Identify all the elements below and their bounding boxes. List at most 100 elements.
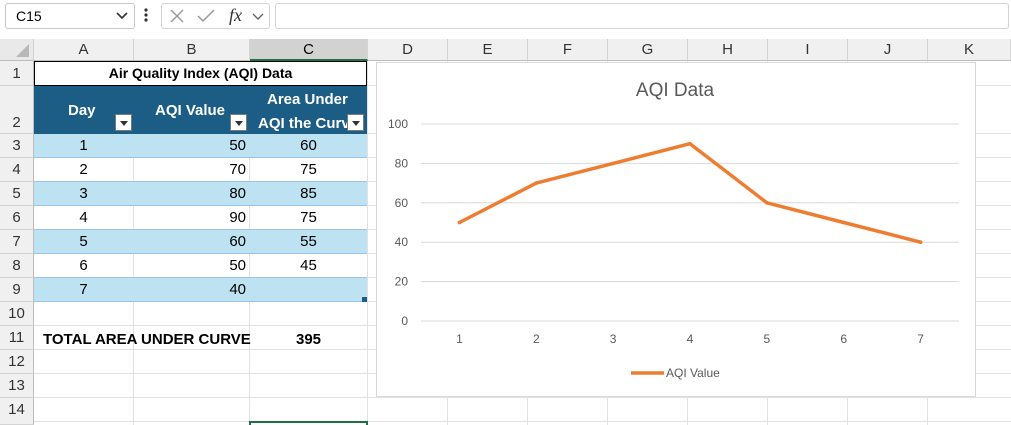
table-row: 4 90 75: [34, 206, 367, 230]
enter-icon[interactable]: [196, 7, 216, 25]
column-header-c[interactable]: C: [250, 39, 368, 61]
data-point: [765, 201, 769, 205]
column-header-g[interactable]: G: [608, 39, 688, 61]
row-header-9[interactable]: 9: [0, 278, 34, 302]
chevron-down-icon[interactable]: [114, 6, 130, 24]
row-header-1[interactable]: 1: [0, 61, 34, 86]
y-tick-label: 60: [395, 196, 409, 210]
row-header-14[interactable]: 14: [0, 398, 34, 425]
column-header-f[interactable]: F: [528, 39, 608, 61]
x-tick-label: 3: [610, 332, 617, 346]
filter-dropdown-icon[interactable]: [115, 114, 132, 131]
name-box[interactable]: C15: [5, 3, 135, 29]
x-tick-label: 4: [687, 332, 694, 346]
data-point: [457, 220, 462, 225]
x-tick-label: 2: [533, 332, 540, 346]
chevron-down-icon[interactable]: [251, 9, 265, 23]
cell-aqi[interactable]: 70: [134, 161, 246, 178]
header-aqi[interactable]: AQI Value: [134, 86, 250, 134]
table-row: 2 70 75: [34, 158, 367, 182]
cell-day[interactable]: 4: [34, 209, 133, 226]
row-header-2[interactable]: 2: [0, 86, 34, 134]
data-point: [611, 161, 615, 166]
total-value[interactable]: 395: [250, 331, 367, 348]
row-header-4[interactable]: 4: [0, 158, 34, 182]
row-header-10[interactable]: 10: [0, 302, 34, 326]
row-header-5[interactable]: 5: [0, 182, 34, 206]
chart-canvas: AQI Data 0 20 40 60 80 100 1 2 3 4 5 6 7 AQI Value: [388, 80, 959, 380]
y-tick-label: 100: [388, 117, 408, 131]
cell-aqi[interactable]: 50: [134, 257, 246, 274]
y-tick-label: 80: [395, 156, 409, 170]
cancel-icon[interactable]: [168, 7, 186, 25]
row-header-3[interactable]: 3: [0, 134, 34, 158]
row-header-7[interactable]: 7: [0, 230, 34, 254]
cell-area[interactable]: 45: [250, 257, 367, 274]
cell-area[interactable]: 55: [250, 233, 367, 250]
cell-aqi[interactable]: 40: [134, 281, 246, 298]
data-point: [918, 240, 923, 244]
column-header-j[interactable]: J: [848, 39, 928, 61]
cell-aqi[interactable]: 90: [134, 209, 246, 226]
select-all-corner[interactable]: [0, 39, 34, 61]
cell-aqi[interactable]: 80: [134, 185, 246, 202]
line-chart[interactable]: AQI Data 0 20 40 60 80 100 1 2 3 4 5 6 7 AQI Value: [376, 62, 976, 397]
select-all-icon: [16, 44, 29, 57]
cell-aqi[interactable]: 50: [134, 137, 246, 154]
header-area[interactable]: Area Under AQI the Curv: [250, 86, 367, 134]
header-day[interactable]: Day: [34, 86, 133, 134]
column-header-i[interactable]: I: [768, 39, 848, 61]
row-header-13[interactable]: 13: [0, 374, 34, 398]
cell-day[interactable]: 6: [34, 257, 133, 274]
column-header-h[interactable]: H: [688, 39, 768, 61]
table-header: Day AQI Value Area Under AQI the Curv: [34, 86, 367, 134]
cell-day[interactable]: 2: [34, 161, 133, 178]
row-header-6[interactable]: 6: [0, 206, 34, 230]
gridline: [367, 61, 368, 425]
y-tick-label: 20: [395, 275, 409, 289]
active-cell-c15[interactable]: [249, 421, 368, 425]
cell-aqi[interactable]: 60: [134, 233, 246, 250]
chart-title: AQI Data: [636, 80, 715, 101]
column-header-a[interactable]: A: [34, 39, 134, 61]
row-header-12[interactable]: 12: [0, 350, 34, 374]
column-header-d[interactable]: D: [368, 39, 448, 61]
filter-dropdown-icon[interactable]: [230, 114, 247, 131]
header-area-line2: AQI the Curv: [258, 115, 350, 132]
table-title[interactable]: Air Quality Index (AQI) Data: [34, 61, 367, 86]
gridline: [34, 421, 1011, 422]
header-day-label: Day: [68, 102, 96, 119]
formula-input[interactable]: [275, 3, 1009, 29]
header-aqi-label: AQI Value: [155, 102, 226, 119]
cell-day[interactable]: 1: [34, 137, 133, 154]
cell-day[interactable]: 3: [34, 185, 133, 202]
data-point: [534, 181, 539, 185]
column-header-e[interactable]: E: [448, 39, 528, 61]
total-label[interactable]: TOTAL AREA UNDER CURVE: [43, 331, 251, 348]
row-header-11[interactable]: 11: [0, 326, 34, 350]
x-tick-label: 5: [764, 332, 771, 346]
more-options-icon[interactable]: [142, 6, 150, 24]
x-tick-label: 7: [917, 332, 924, 346]
column-header-k[interactable]: K: [928, 39, 1011, 61]
data-point: [841, 220, 846, 225]
cell-day[interactable]: 7: [34, 281, 133, 298]
table-row: 1 50 60: [34, 134, 367, 158]
cell-area[interactable]: 85: [250, 185, 367, 202]
table-resize-handle[interactable]: [362, 297, 367, 302]
insert-function-button[interactable]: fx: [229, 5, 242, 26]
filter-dropdown-icon[interactable]: [347, 114, 364, 131]
row-header-8[interactable]: 8: [0, 254, 34, 278]
table-row: 3 80 85: [34, 182, 367, 206]
column-header-b[interactable]: B: [134, 39, 250, 61]
table-row: 6 50 45: [34, 254, 367, 278]
cell-area[interactable]: 75: [250, 161, 367, 178]
table-row: 7 40: [34, 278, 367, 302]
cell-area[interactable]: 75: [250, 209, 367, 226]
x-tick-label: 1: [456, 332, 463, 346]
cell-day[interactable]: 5: [34, 233, 133, 250]
y-tick-label: 40: [395, 235, 409, 249]
name-box-value: C15: [16, 8, 42, 24]
cell-area[interactable]: 60: [250, 137, 367, 154]
toolbar-gap: [0, 31, 1011, 39]
